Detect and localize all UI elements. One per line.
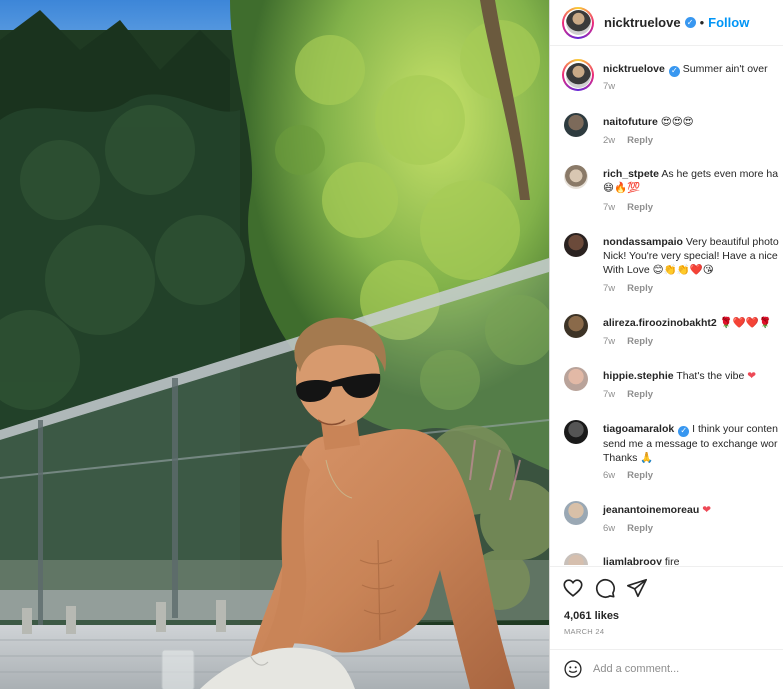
- comment-avatar[interactable]: [564, 314, 588, 338]
- comment-text: As he gets even more ha: [661, 168, 779, 180]
- comment-age: 7w: [603, 202, 616, 213]
- add-comment-input[interactable]: [593, 663, 773, 675]
- verified-badge-icon: ✓: [684, 17, 696, 28]
- comment-text: 😍😍😍: [660, 116, 694, 128]
- emoji-picker-icon[interactable]: [563, 659, 583, 679]
- comment-age: 6w: [603, 523, 616, 534]
- comment-username[interactable]: jeanantoinemoreau: [603, 504, 699, 516]
- comment-avatar[interactable]: [564, 367, 588, 391]
- reply-button[interactable]: Reply: [627, 523, 653, 534]
- comment-text: fire: [664, 556, 680, 565]
- comment-text: I think your conten: [692, 423, 778, 435]
- post-side-panel: nicktruelove ✓ • Follow nicktruelove ✓ Su…: [549, 0, 783, 689]
- reply-button[interactable]: Reply: [627, 470, 653, 481]
- comment-body: jeanantoinemoreau ❤: [603, 503, 783, 517]
- comment-body: alireza.firoozinobakht2 🌹❤️❤️🌹: [603, 316, 783, 330]
- comment-avatar[interactable]: [564, 113, 588, 137]
- add-comment-bar: [550, 649, 783, 688]
- reply-button[interactable]: Reply: [627, 389, 653, 400]
- caption-age: 7w: [603, 81, 616, 92]
- comment-body: naitofuture 😍😍😍: [603, 115, 783, 129]
- comment-meta: 7w Reply: [603, 202, 653, 213]
- heart-emoji-icon: ❤: [747, 370, 757, 382]
- comment-body: nondassampaio Very beautiful photo Nick!…: [603, 235, 783, 277]
- likes-count[interactable]: 4,061 likes: [564, 610, 619, 622]
- comment-age: 7w: [603, 389, 616, 400]
- verified-badge-icon: ✓: [678, 425, 690, 437]
- comment-avatar[interactable]: [564, 501, 588, 525]
- reply-button[interactable]: Reply: [627, 283, 653, 294]
- comment-username[interactable]: naitofuture: [603, 116, 658, 128]
- comment-body: rich_stpete As he gets even more ha 😄🔥💯: [603, 167, 783, 195]
- photo-illustration: [0, 0, 549, 689]
- comment-username[interactable]: rich_stpete: [603, 168, 659, 180]
- reply-button[interactable]: Reply: [627, 336, 653, 347]
- comment-body: liamlabrooy fire: [603, 555, 783, 565]
- comment-age: 6w: [603, 470, 616, 481]
- comment-meta: 2w Reply: [603, 135, 653, 146]
- comment-text: Very beautiful photo: [685, 236, 779, 248]
- comment-username[interactable]: liamlabrooy: [603, 556, 662, 565]
- caption-body: nicktruelove ✓ Summer ain't over: [603, 62, 783, 77]
- comment-text-line3: With Love 😊👏👏❤️😘: [603, 264, 714, 276]
- comment-avatar[interactable]: [564, 553, 588, 565]
- comment-username[interactable]: alireza.firoozinobakht2: [603, 317, 717, 329]
- comment-meta: 6w Reply: [603, 470, 653, 481]
- follow-button[interactable]: Follow: [708, 15, 749, 30]
- comment-meta: 6w Reply: [603, 523, 653, 534]
- caption-text: Summer ain't over: [682, 63, 768, 75]
- comment-avatar[interactable]: [564, 420, 588, 444]
- share-paper-plane-icon[interactable]: [626, 577, 648, 599]
- comment-avatar[interactable]: [564, 233, 588, 257]
- comment-text: That's the vibe: [676, 370, 745, 382]
- like-heart-icon[interactable]: [562, 577, 584, 599]
- comment-body: tiagoamaralok ✓ I think your conten send …: [603, 422, 783, 465]
- post-actions: 4,061 likes MARCH 24: [550, 566, 783, 686]
- reply-button[interactable]: Reply: [627, 135, 653, 146]
- comment-avatar[interactable]: [564, 165, 588, 189]
- comment-body: hippie.stephie That's the vibe ❤: [603, 369, 783, 383]
- post-date: MARCH 24: [564, 627, 605, 636]
- comment-text-line3: Thanks 🙏: [603, 451, 654, 464]
- comment-username[interactable]: nondassampaio: [603, 236, 683, 248]
- comment-username[interactable]: tiagoamaralok: [603, 423, 674, 435]
- comment-text: 🌹❤️❤️🌹: [719, 317, 772, 329]
- verified-badge-icon: ✓: [668, 65, 680, 77]
- comments-list[interactable]: nicktruelove ✓ Summer ain't over 7w naito…: [550, 47, 783, 565]
- comment-meta: 7w Reply: [603, 336, 653, 347]
- comment-age: 7w: [603, 336, 616, 347]
- heart-emoji-icon: ❤: [702, 504, 712, 516]
- comment-text-line2: Nick! You're very special! Have a nice: [603, 250, 778, 262]
- comment-username[interactable]: hippie.stephie: [603, 370, 674, 382]
- comment-meta: 7w Reply: [603, 389, 653, 400]
- caption-avatar[interactable]: [562, 59, 594, 91]
- post-modal: nicktruelove ✓ • Follow nicktruelove ✓ Su…: [0, 0, 783, 689]
- comment-age: 2w: [603, 135, 616, 146]
- author-username[interactable]: nicktruelove: [604, 15, 681, 30]
- comment-text-line2: 😄🔥💯: [603, 182, 641, 194]
- caption-username[interactable]: nicktruelove: [603, 63, 665, 75]
- comment-text-line2: send me a message to exchange wor: [603, 437, 778, 450]
- comment-bubble-icon[interactable]: [594, 577, 616, 599]
- separator: •: [699, 15, 705, 30]
- post-photo[interactable]: [0, 0, 549, 689]
- reply-button[interactable]: Reply: [627, 202, 653, 213]
- author-avatar[interactable]: [562, 6, 594, 39]
- comment-meta: 7w Reply: [603, 283, 653, 294]
- comment-age: 7w: [603, 283, 616, 294]
- post-header: nicktruelove ✓ • Follow: [550, 0, 783, 46]
